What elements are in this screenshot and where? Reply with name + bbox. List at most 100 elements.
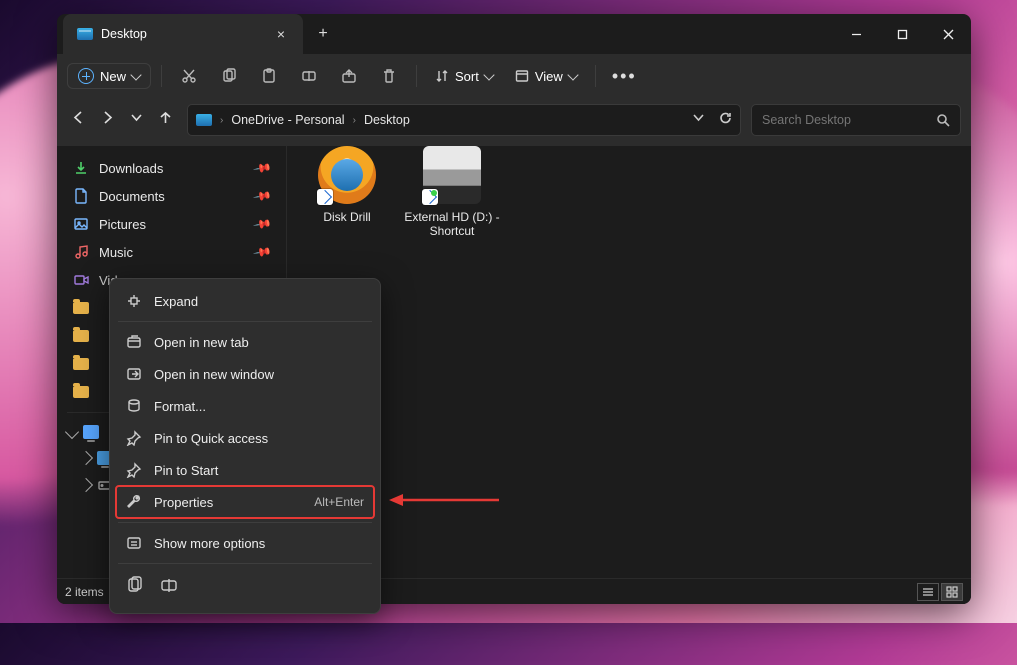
ctx-divider <box>118 563 372 564</box>
maximize-button[interactable] <box>879 14 925 54</box>
tab-desktop[interactable]: Desktop × <box>63 14 303 54</box>
sidebar-item-label: Music <box>99 245 133 260</box>
pin-icon <box>126 430 142 446</box>
download-icon <box>73 160 89 176</box>
new-button[interactable]: New <box>67 63 151 89</box>
close-tab-icon[interactable]: × <box>273 26 289 42</box>
address-bar[interactable]: › OneDrive - Personal › Desktop <box>187 104 741 136</box>
delete-button[interactable] <box>372 62 406 90</box>
breadcrumb-leaf[interactable]: Desktop <box>364 113 410 127</box>
file-item[interactable]: Disk Drill <box>297 146 397 224</box>
new-button-label: New <box>100 69 126 84</box>
picture-icon <box>73 216 89 232</box>
minimize-button[interactable] <box>833 14 879 54</box>
file-pane[interactable]: Disk Drill External HD (D:) - Shortcut <box>287 146 971 578</box>
breadcrumb-root[interactable]: OneDrive - Personal <box>231 113 344 127</box>
pin-icon: 📌 <box>252 242 272 262</box>
ctx-label: Open in new tab <box>154 335 249 350</box>
nav-arrows <box>67 110 177 130</box>
chevron-down-icon <box>130 69 141 80</box>
desktop-icon <box>77 28 93 40</box>
chevron-right-icon[interactable] <box>79 478 93 492</box>
sort-button[interactable]: Sort <box>427 65 501 88</box>
shortcut-badge-icon <box>422 189 438 205</box>
app-icon <box>318 146 376 204</box>
titlebar: Desktop × + <box>57 14 971 54</box>
chevron-right-icon: › <box>353 115 356 126</box>
plus-circle-icon <box>78 68 94 84</box>
toolbar: New Sort View ••• <box>57 54 971 98</box>
chevron-down-icon <box>483 69 494 80</box>
ctx-pin-start[interactable]: Pin to Start <box>116 454 374 486</box>
search-icon <box>936 113 950 127</box>
copy-button[interactable] <box>212 62 246 90</box>
ctx-show-more[interactable]: Show more options <box>116 527 374 559</box>
address-dropdown-icon[interactable] <box>692 111 705 129</box>
tab-icon <box>126 334 142 350</box>
up-button[interactable] <box>158 110 173 130</box>
ctx-label: Pin to Start <box>154 463 218 478</box>
view-label: View <box>535 69 563 84</box>
ctx-label: Pin to Quick access <box>154 431 268 446</box>
pin-icon: 📌 <box>252 214 272 234</box>
status-count: 2 items <box>65 585 104 599</box>
view-button[interactable]: View <box>507 65 585 88</box>
ctx-pin-quick-access[interactable]: Pin to Quick access <box>116 422 374 454</box>
folder-icon <box>73 356 89 372</box>
close-window-button[interactable] <box>925 14 971 54</box>
ctx-label: Properties <box>154 495 213 510</box>
chevron-down-icon[interactable] <box>65 425 79 439</box>
chevron-right-icon[interactable] <box>79 451 93 465</box>
nav-row: › OneDrive - Personal › Desktop <box>57 98 971 146</box>
rename-button[interactable] <box>292 62 326 90</box>
music-icon <box>73 244 89 260</box>
ctx-shortcut: Alt+Enter <box>314 495 364 509</box>
search-input[interactable] <box>762 113 936 127</box>
wrench-icon <box>126 494 142 510</box>
folder-icon <box>73 328 89 344</box>
this-pc-icon <box>83 425 99 439</box>
sidebar-item-documents[interactable]: Documents 📌 <box>63 182 280 210</box>
icons-view-button[interactable] <box>941 583 963 601</box>
document-icon <box>73 188 89 204</box>
file-label: Disk Drill <box>297 210 397 224</box>
cut-button[interactable] <box>172 62 206 90</box>
file-item[interactable]: External HD (D:) - Shortcut <box>402 146 502 238</box>
ctx-properties[interactable]: Properties Alt+Enter <box>116 486 374 518</box>
pin-icon: 📌 <box>252 186 272 206</box>
chevron-down-icon <box>567 69 578 80</box>
location-icon <box>196 114 212 126</box>
more-icon <box>126 535 142 551</box>
sidebar-item-label: Documents <box>99 189 165 204</box>
recent-button[interactable] <box>129 110 144 130</box>
sidebar-item-downloads[interactable]: Downloads 📌 <box>63 154 280 182</box>
expand-icon <box>126 293 142 309</box>
sidebar-item-pictures[interactable]: Pictures 📌 <box>63 210 280 238</box>
rename-icon[interactable] <box>160 576 178 599</box>
sidebar-item-label: Downloads <box>99 161 163 176</box>
more-button[interactable]: ••• <box>606 66 643 87</box>
forward-button[interactable] <box>100 110 115 130</box>
ctx-open-new-tab[interactable]: Open in new tab <box>116 326 374 358</box>
new-tab-button[interactable]: + <box>303 14 343 54</box>
sidebar-item-music[interactable]: Music 📌 <box>63 238 280 266</box>
folder-icon <box>73 384 89 400</box>
tab-title: Desktop <box>101 27 147 41</box>
refresh-button[interactable] <box>719 111 732 129</box>
drive-icon <box>423 146 481 204</box>
share-button[interactable] <box>332 62 366 90</box>
folder-icon <box>73 300 89 316</box>
sidebar-item-label: Pictures <box>99 217 146 232</box>
ctx-divider <box>118 522 372 523</box>
ctx-expand[interactable]: Expand <box>116 285 374 317</box>
ctx-format[interactable]: Format... <box>116 390 374 422</box>
ctx-open-new-window[interactable]: Open in new window <box>116 358 374 390</box>
paste-button[interactable] <box>252 62 286 90</box>
chevron-right-icon: › <box>220 115 223 126</box>
copy-icon[interactable] <box>126 576 144 599</box>
back-button[interactable] <box>71 110 86 130</box>
pin-icon: 📌 <box>252 158 272 178</box>
search-box[interactable] <box>751 104 961 136</box>
details-view-button[interactable] <box>917 583 939 601</box>
format-icon <box>126 398 142 414</box>
